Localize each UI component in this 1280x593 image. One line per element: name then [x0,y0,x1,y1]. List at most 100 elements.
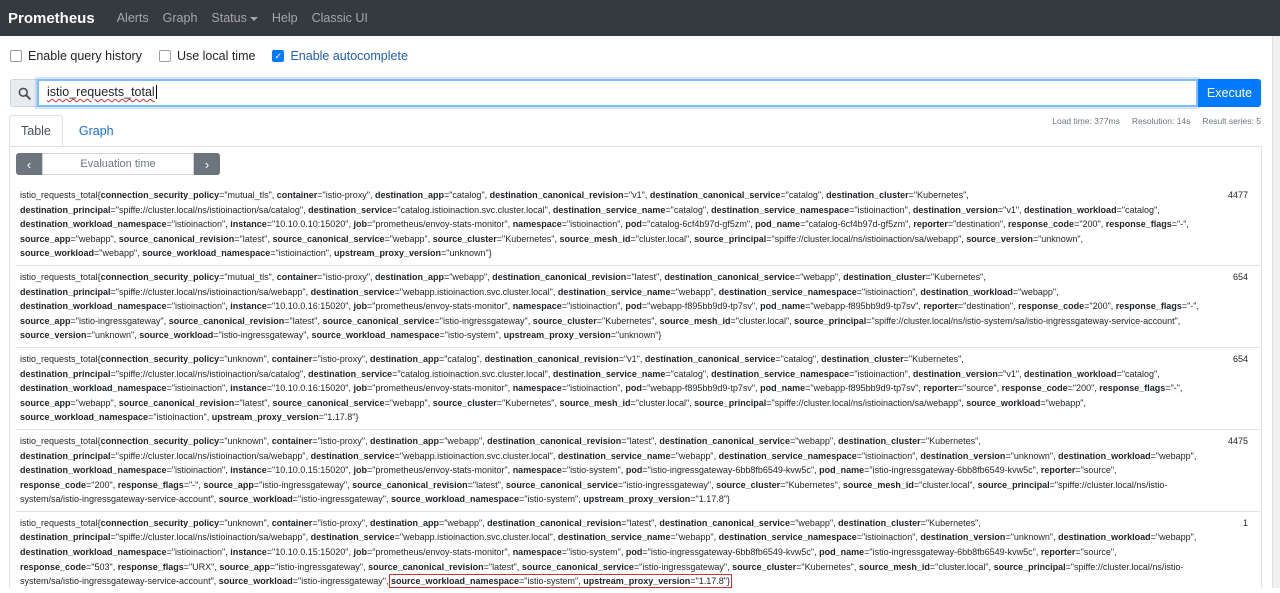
label-pair: namespace="istioinaction", [512,219,626,230]
local-time-checkbox[interactable] [158,50,171,62]
nav-status-label: Status [211,11,247,25]
local-time-label: Use local time [176,49,256,63]
label-pair: upstream_proxy_version="unknown" [333,248,489,259]
label-pair: destination_principal="spiffe://cluster.… [20,286,311,297]
label-pair: destination_cluster="Kubernetes", [838,517,981,528]
label-pair: pod="catalog-6cf4b97d-gf5zm", [625,219,756,230]
label-pair: destination_canonical_service="webapp", [659,435,839,446]
label-pair: source_principal="spiffe://cluster.local… [694,233,967,244]
expression-text: istio_requests_total [47,85,155,99]
label-pair: response_flags="URX", [117,561,220,572]
label-pair: source_principal="spiffe://cluster.local… [794,315,1181,326]
label-pair: instance="10.10.0.10:15020", [230,219,354,230]
label-pair: connection_security_policy="unknown", [100,435,272,446]
label-pair: destination_canonical_service="catalog", [644,353,822,364]
label-pair: destination_service_namespace="istioinac… [711,368,913,379]
table-row: istio_requests_total{connection_security… [16,510,1260,593]
label-pair: destination_canonical_service="webapp", [659,517,839,528]
chevron-down-icon [249,16,258,21]
label-pair: destination_canonical_revision="v1", [484,353,645,364]
label-pair: destination_service_name="webapp", [557,450,719,461]
search-icon-button[interactable] [10,79,37,107]
option-local-time[interactable]: Use local time [158,49,256,63]
chevron-right-icon: › [204,156,210,172]
results-table: istio_requests_total{connection_security… [16,184,1260,593]
label-pair: namespace="istio-system", [512,547,626,558]
label-pair: source_cluster="Kubernetes", [432,233,560,244]
label-pair: destination_version="unknown", [920,532,1059,543]
label-pair: source_canonical_service="istio-ingressg… [322,315,533,326]
nav-status[interactable]: Status [211,11,258,25]
label-pair: source_mesh_id="cluster.local", [858,561,994,572]
metric-name: istio_requests_total{ [20,190,101,200]
option-query-history[interactable]: Enable query history [10,49,142,63]
result-tabs: Table Graph [9,115,125,147]
label-pair: response_code="503", [20,561,118,572]
tab-graph[interactable]: Graph [63,115,125,147]
label-pair: destination_service_namespace="istioinac… [718,450,921,461]
query-history-checkbox[interactable] [10,50,22,62]
label-pair: reporter="source", [1040,547,1117,558]
label-pair: source_workload_namespace="istio-system"… [390,494,584,505]
label-pair: destination_service="webapp.istioinactio… [310,286,558,297]
eval-time-forward-button[interactable]: › [194,153,220,175]
check-icon: ✓ [274,50,283,61]
label-pair: destination_principal="spiffe://cluster.… [20,532,311,543]
execute-button[interactable]: Execute [1198,79,1261,107]
nav-classic-ui[interactable]: Classic UI [312,11,368,25]
option-autocomplete[interactable]: ✓ Enable autocomplete [272,49,408,63]
label-pair: destination_principal="spiffe://cluster.… [20,368,309,379]
label-pair: source_app="istio-ingressgateway", [203,479,353,490]
label-pair: container="istio-proxy", [271,435,370,446]
tab-table[interactable]: Table [9,115,63,147]
label-pair: reporter="source", [1040,465,1117,476]
nav-alerts[interactable]: Alerts [117,11,149,25]
label-pair: source_workload_namespace="istioinaction… [20,412,212,423]
label-pair: source_canonical_revision="latest", [118,397,273,408]
series-labels: istio_requests_total{connection_security… [20,190,1189,259]
label-pair: connection_security_policy="unknown", [100,517,272,528]
label-pair: destination_workload_namespace="istioina… [20,219,231,230]
label-pair: source_workload_namespace="istio-system"… [311,330,504,341]
series-labels: istio_requests_total{connection_security… [20,353,1183,423]
label-pair: destination_service_namespace="istioinac… [718,286,921,297]
label-pair: destination_service_namespace="istioinac… [711,204,913,215]
label-pair: destination_version="unknown", [920,450,1059,461]
label-pair: source_canonical_revision="latest", [168,315,323,326]
label-pair: reporter="destination", [913,219,1009,230]
evaluation-time-input[interactable]: Evaluation time [42,153,194,175]
label-pair: destination_principal="spiffe://cluster.… [20,204,309,215]
label-pair: source_workload="istio-ingressgateway", [139,330,312,341]
label-pair: destination_workload="webapp", [1058,532,1197,543]
eval-time-back-button[interactable]: ‹ [16,153,42,175]
page-scrollbar[interactable] [1272,36,1280,588]
result-series: Result series: 5 [1202,116,1261,126]
label-pair: destination_workload_namespace="istioina… [20,465,231,476]
label-pair: source_app="webapp", [20,397,119,408]
label-pair: source_version="unknown", [20,330,140,341]
autocomplete-checkbox[interactable]: ✓ [272,50,285,62]
label-pair: instance="10.10.0.15:15020", [230,547,354,558]
evaluation-time-control: ‹ Evaluation time › [16,153,220,175]
label-pair: pod_name="webapp-f895bb9d9-tp7sv", [760,301,924,312]
label-pair: destination_version="v1", [912,204,1025,215]
nav-graph[interactable]: Graph [163,11,198,25]
label-pair: source_app="webapp", [20,233,119,244]
label-pair: destination_service_namespace="istioinac… [718,532,921,543]
label-pair: response_flags="-", [1115,301,1199,312]
label-pair: container="istio-proxy", [276,190,375,200]
label-pair: source_mesh_id="cluster.local", [559,233,695,244]
series-labels: istio_requests_total{connection_security… [20,435,1197,505]
label-pair: container="istio-proxy", [271,517,370,528]
label-pair: source_workload="webapp", [966,397,1087,408]
expression-input[interactable]: istio_requests_total [37,79,1198,107]
metric-name: istio_requests_total{ [20,435,101,446]
label-pair: namespace="istioinaction", [512,301,626,312]
brand-logo[interactable]: Prometheus [8,10,95,27]
query-bar: istio_requests_total Execute [10,79,1261,107]
nav-help[interactable]: Help [272,11,298,25]
label-pair: job="prometheus/envoy-stats-monitor", [353,301,513,312]
label-pair: connection_security_policy="unknown", [100,353,272,364]
label-pair: destination_service="catalog.istioinacti… [308,368,553,379]
label-pair: destination_workload="catalog", [1024,368,1160,379]
